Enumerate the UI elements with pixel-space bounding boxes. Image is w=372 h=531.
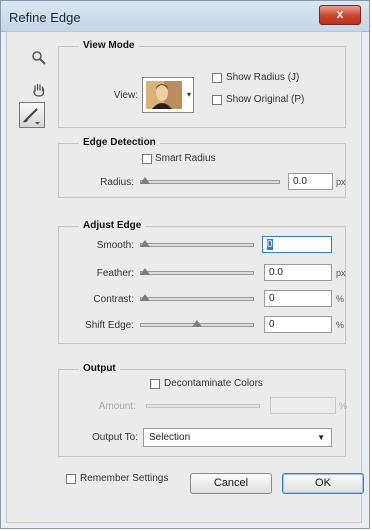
- feather-unit: px: [336, 268, 346, 278]
- radius-input[interactable]: 0.0: [288, 173, 333, 190]
- chevron-down-icon: ▾: [186, 90, 191, 99]
- view-thumbnail: [146, 81, 182, 109]
- group-legend: Edge Detection: [79, 137, 160, 148]
- show-original-checkbox[interactable]: [212, 95, 222, 105]
- feather-label: Feather:: [96, 268, 134, 279]
- smooth-input[interactable]: 0: [262, 236, 332, 253]
- contrast-slider-track[interactable]: [140, 297, 254, 301]
- output-to-label: Output To:: [92, 432, 138, 443]
- amount-label: Amount:: [98, 401, 136, 412]
- decontaminate-colors-label: Decontaminate Colors: [164, 378, 263, 389]
- feather-input[interactable]: 0.0: [264, 264, 332, 281]
- view-picker[interactable]: ▾: [142, 77, 194, 113]
- smooth-value: 0: [267, 239, 273, 250]
- title-bar[interactable]: Refine Edge x: [1, 1, 369, 32]
- amount-slider-track: [146, 404, 260, 408]
- radius-unit: px: [336, 177, 346, 187]
- contrast-input[interactable]: 0: [264, 290, 332, 307]
- show-radius-checkbox[interactable]: [212, 73, 222, 83]
- shift-edge-input[interactable]: 0: [264, 316, 332, 333]
- feather-slider-thumb[interactable]: [140, 268, 150, 275]
- show-radius-label: Show Radius (J): [226, 72, 300, 83]
- contrast-label: Contrast:: [93, 294, 134, 305]
- shift-edge-unit: %: [336, 320, 345, 330]
- view-label: View:: [113, 90, 138, 101]
- contrast-slider-thumb[interactable]: [140, 294, 150, 301]
- group-legend: Output: [79, 363, 120, 374]
- output-to-select[interactable]: Selection ▼: [143, 428, 332, 447]
- cancel-button[interactable]: Cancel: [190, 473, 272, 494]
- contrast-unit: %: [336, 294, 345, 304]
- magnifier-icon: [32, 51, 46, 65]
- hand-tool[interactable]: [30, 82, 48, 100]
- shift-edge-label: Shift Edge:: [85, 320, 134, 331]
- close-button[interactable]: x: [319, 5, 361, 25]
- remember-settings-label: Remember Settings: [80, 473, 169, 484]
- smooth-slider-track[interactable]: [140, 243, 254, 247]
- chevron-down-icon: ▼: [317, 433, 325, 442]
- output-to-value: Selection: [149, 432, 191, 443]
- radius-label: Radius:: [100, 177, 134, 188]
- hand-icon: [33, 83, 45, 97]
- refine-radius-tool[interactable]: [19, 102, 45, 128]
- shift-edge-slider-thumb[interactable]: [192, 320, 202, 327]
- amount-input: [270, 397, 336, 414]
- ok-button[interactable]: OK: [282, 473, 364, 494]
- window-title: Refine Edge: [9, 10, 81, 25]
- smooth-slider-thumb[interactable]: [140, 240, 150, 247]
- smart-radius-label: Smart Radius: [155, 153, 216, 164]
- decontaminate-colors-checkbox[interactable]: [150, 379, 160, 389]
- refine-radius-brush-icon: [23, 108, 40, 125]
- radius-slider-track[interactable]: [140, 180, 280, 184]
- view-mode-group: View Mode: [58, 40, 346, 128]
- remember-settings-checkbox[interactable]: [66, 474, 76, 484]
- radius-slider-thumb[interactable]: [140, 177, 150, 184]
- smooth-label: Smooth:: [96, 240, 134, 251]
- zoom-tool[interactable]: [30, 50, 48, 68]
- group-legend: View Mode: [79, 40, 139, 51]
- smart-radius-checkbox[interactable]: [142, 154, 152, 164]
- show-original-label: Show Original (P): [226, 94, 305, 105]
- feather-slider-track[interactable]: [140, 271, 254, 275]
- group-legend: Adjust Edge: [79, 220, 146, 231]
- amount-unit: %: [339, 401, 348, 411]
